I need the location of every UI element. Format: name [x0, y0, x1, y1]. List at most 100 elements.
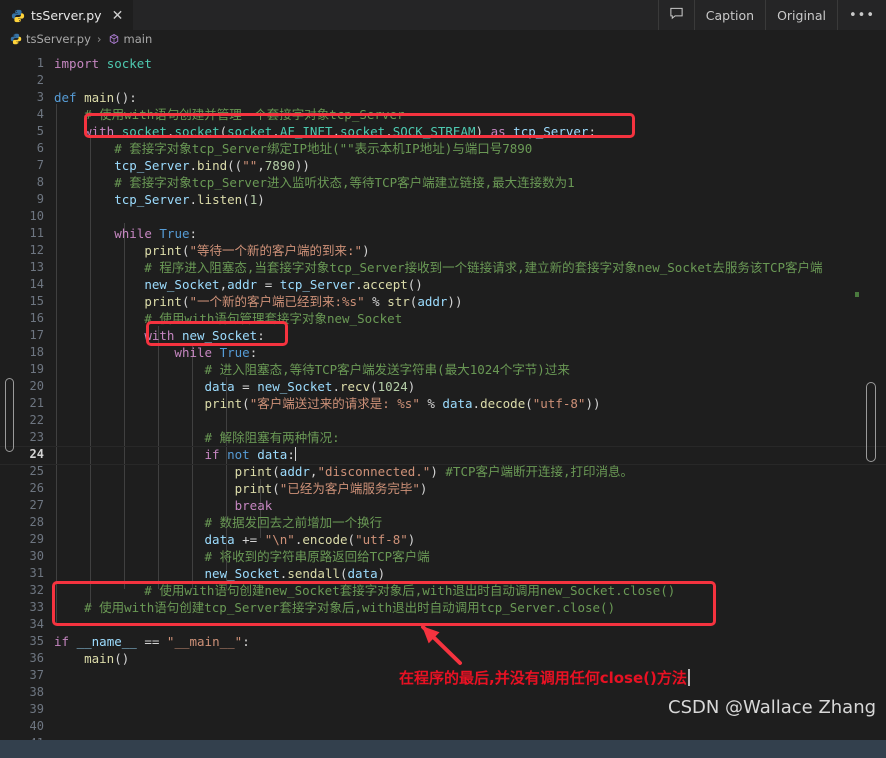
code-line[interactable]: new_Socket.sendall(data): [54, 565, 386, 582]
original-button[interactable]: Original: [765, 0, 837, 30]
code-line[interactable]: # 使用with语句管理套接字对象new_Socket: [54, 310, 402, 327]
code-token: socket: [227, 124, 273, 139]
code-line[interactable]: # 解除阻塞有两种情况:: [54, 429, 340, 446]
code-token: )): [447, 294, 463, 309]
line-number: 26: [29, 481, 44, 495]
code-line[interactable]: tcp_Server.bind(("",7890)): [54, 157, 310, 174]
editor-tab-tsserver[interactable]: tsServer.py ✕: [0, 0, 134, 30]
code-line[interactable]: if not data:: [0, 446, 886, 465]
code-token: "utf-8": [355, 532, 408, 547]
code-token: encode: [302, 532, 348, 547]
code-token: accept: [362, 277, 408, 292]
code-line[interactable]: while True:: [54, 344, 257, 361]
vertical-scrollbar-right[interactable]: [866, 382, 876, 462]
caption-button[interactable]: Caption: [693, 0, 765, 30]
code-line[interactable]: def main():: [54, 89, 137, 106]
more-actions-button[interactable]: •••: [836, 0, 886, 30]
code-line[interactable]: with new_Socket:: [54, 327, 265, 344]
code-token: not: [227, 447, 250, 462]
line-number: 33: [29, 600, 44, 614]
code-line[interactable]: print(addr,"disconnected.") #TCP客户端断开连接,…: [54, 463, 633, 480]
code-token: (: [370, 379, 378, 394]
code-token: sendall: [287, 566, 340, 581]
code-editor[interactable]: 1 2 3 4 5 6 7 8 9 10 11 12 13 14 15 16 17 18 19 20 21 22 23 24 2…: [0, 46, 886, 740]
code-line[interactable]: with socket.socket(socket.AF_INET,socket…: [54, 123, 596, 140]
code-token: "客户端送过来的请求是: %s": [249, 396, 420, 411]
code-line[interactable]: # 使用with语句创建new_Socket套接字对象后,with退出时自动调用…: [54, 582, 675, 599]
minimap-marker: [855, 292, 859, 297]
code-token: data: [204, 379, 235, 394]
line-number: 2: [36, 73, 44, 87]
code-line[interactable]: while True:: [54, 225, 197, 242]
code-token: listen: [197, 192, 243, 207]
code-line[interactable]: print("一个新的客户端已经到来:%s" % str(addr)): [54, 293, 462, 310]
code-line[interactable]: if __name__ == "__main__":: [54, 633, 250, 650]
code-token: with: [144, 328, 175, 343]
vertical-scrollbar-left[interactable]: [5, 378, 14, 452]
line-number: 31: [29, 566, 44, 580]
code-line[interactable]: # 套接字对象tcp_Server绑定IP地址(""表示本机IP地址)与端口号7…: [54, 140, 532, 157]
code-token: socket: [121, 124, 167, 139]
code-line[interactable]: data = new_Socket.recv(1024): [54, 378, 416, 395]
code-token: bind: [197, 158, 228, 173]
code-token: tcp_Server: [114, 158, 190, 173]
breadcrumb-item-symbol[interactable]: main: [108, 32, 152, 46]
code-token: ():: [114, 90, 137, 105]
code-line[interactable]: tcp_Server.listen(1): [54, 191, 265, 208]
code-token: new_Socket: [144, 277, 220, 292]
code-token: def: [54, 90, 77, 105]
code-token: break: [234, 498, 273, 513]
code-line[interactable]: import socket: [54, 55, 152, 72]
code-token: socket: [106, 56, 152, 71]
code-token: .: [355, 277, 363, 292]
breadcrumb-separator: ›: [96, 32, 102, 46]
line-number: 10: [29, 209, 44, 223]
code-token: "已经为客户端服务完毕": [279, 481, 420, 496]
tab-label: tsServer.py: [31, 8, 102, 23]
line-number: 32: [29, 583, 44, 597]
vscode-editor-window: tsServer.py ✕ Caption Original ••• tsSer…: [0, 0, 886, 758]
code-line[interactable]: # 套接字对象tcp_Server进入监听状态,等待TCP客户端建立链接,最大连…: [54, 174, 574, 191]
code-line[interactable]: data += "\n".encode("utf-8"): [54, 531, 416, 548]
code-line[interactable]: print("等待一个新的客户端的到来:"): [54, 242, 369, 259]
code-token: # 使用with语句管理套接字对象new_Socket: [54, 311, 403, 326]
code-token: AF_INET: [279, 124, 333, 139]
code-token: "utf-8": [532, 396, 586, 411]
code-token: addr: [417, 294, 448, 309]
line-number: 5: [36, 124, 44, 138]
code-token: :: [588, 124, 596, 139]
code-token: (): [407, 277, 423, 292]
code-token: data: [442, 396, 473, 411]
code-line[interactable]: print("已经为客户端服务完毕"): [54, 480, 428, 497]
code-line[interactable]: main(): [54, 650, 129, 667]
line-number: 19: [29, 362, 44, 376]
code-token: new_Socket: [181, 328, 258, 343]
code-line[interactable]: # 数据发回去之前增加一个换行: [54, 514, 383, 531]
code-token: =: [234, 379, 258, 394]
code-token: .: [332, 379, 340, 394]
code-token: :: [287, 447, 295, 462]
code-line[interactable]: new_Socket,addr = tcp_Server.accept(): [54, 276, 423, 293]
code-content[interactable]: import socket def main(): # 使用with语句创建并管理…: [0, 46, 886, 740]
code-token: (: [340, 566, 348, 581]
code-line[interactable]: break: [54, 497, 273, 514]
code-line[interactable]: # 使用with语句创建tcp_Server套接字对象后,with退出时自动调用…: [54, 599, 615, 616]
code-token: )): [585, 396, 601, 411]
close-icon[interactable]: ✕: [112, 9, 124, 23]
code-line[interactable]: # 程序进入阻塞态,当套接字对象tcp_Server接收到一个链接请求,建立新的…: [54, 259, 822, 276]
comment-button[interactable]: [657, 0, 694, 30]
code-line[interactable]: print("客户端送过来的请求是: %s" % data.decode("ut…: [54, 395, 601, 412]
code-line[interactable]: # 将收到的字符串原路返回给TCP客户端: [54, 548, 430, 565]
code-line[interactable]: # 进入阻塞态,等待TCP客户端发送字符串(最大1024个字节)过来: [54, 361, 570, 378]
text-caret: [294, 447, 296, 461]
code-line[interactable]: # 使用with语句创建并管理一个套接字对象tcp_Server: [54, 106, 404, 123]
code-token: ): [430, 464, 446, 479]
code-token: "disconnected.": [317, 464, 431, 479]
code-token: if: [54, 634, 70, 649]
code-token: :: [257, 328, 265, 343]
breadcrumb-item-file[interactable]: tsServer.py: [10, 32, 91, 46]
code-token: (: [525, 396, 533, 411]
